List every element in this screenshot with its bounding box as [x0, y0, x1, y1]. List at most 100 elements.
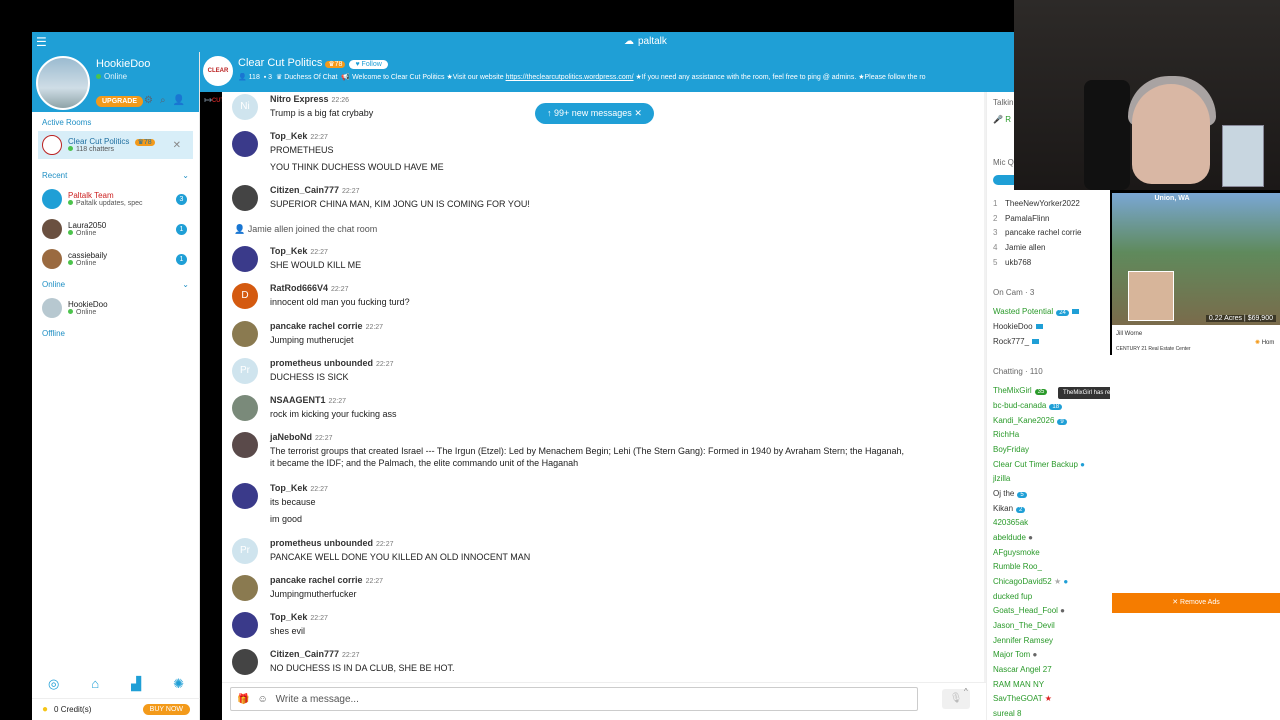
ad-home-link[interactable]: ✺ Hom — [1255, 339, 1274, 346]
close-icon[interactable]: ✕ — [173, 140, 181, 151]
room-logo-icon — [42, 135, 62, 155]
ad-agent-photo — [1128, 271, 1174, 321]
bot-icon: ● — [1063, 577, 1069, 586]
chatting-user[interactable]: RichHa — [993, 430, 1019, 439]
chatting-user[interactable]: Rumble Roo_ — [993, 562, 1042, 571]
compass-icon[interactable]: ◎ — [48, 676, 59, 692]
close-icon[interactable]: ✕ — [634, 108, 642, 118]
avatar[interactable]: Pr — [232, 538, 258, 564]
chatting-user[interactable]: Nascar Angel 27 — [993, 665, 1052, 674]
sidebar: HookieDoo Online UPGRADE ⚙ ⌕ 👤 ↦ Active … — [32, 52, 212, 720]
chatting-user[interactable]: Goats_Head_Fool ● — [993, 606, 1065, 615]
chatting-user[interactable]: jlzilla — [993, 474, 1010, 483]
chatting-user[interactable]: ChicagoDavid52 ★ ● — [993, 577, 1068, 586]
chevron-up-icon[interactable]: ^ — [964, 687, 968, 696]
home-icon[interactable]: ⌂ — [91, 676, 99, 692]
recent-item[interactable]: Paltalk Team Paltalk updates, spec 3 — [32, 184, 199, 214]
chatting-user[interactable]: Oj the 5 — [993, 489, 1027, 498]
chatting-user[interactable]: TheMixGirl 35 — [993, 386, 1048, 395]
star-icon: ★ — [1053, 577, 1062, 586]
upgrade-button[interactable]: UPGRADE — [96, 96, 144, 107]
buy-now-button[interactable]: BUY NOW — [142, 704, 190, 715]
admin-icon: ● — [1060, 606, 1066, 615]
active-room-name: Clear Cut Politics — [68, 137, 130, 146]
chatting-user[interactable]: Jason_The_Devil — [993, 621, 1055, 630]
avatar[interactable] — [232, 432, 258, 458]
avatar[interactable] — [36, 56, 90, 110]
talking-header: Talkin — [993, 98, 1014, 107]
chevron-down-icon: ⌄ — [182, 171, 189, 180]
chatting-user[interactable]: Major Tom ● — [993, 650, 1037, 659]
chat-message: NSAAGENT1 22:27 rock im kicking your fucki… — [232, 395, 397, 421]
mic-icon: 🎤 — [993, 115, 1003, 124]
follow-button[interactable]: ♥ Follow — [349, 60, 388, 69]
room-website-link[interactable]: https://theclearcutpolitics.wordpress.co… — [506, 74, 634, 81]
chatting-user[interactable]: ducked fup — [993, 592, 1032, 601]
mic-queue-item[interactable]: 3 pancake rachel corrie — [993, 228, 1081, 237]
avatar[interactable] — [232, 131, 258, 157]
chatting-user[interactable]: AFguysmoke — [993, 548, 1040, 557]
mic-queue-item[interactable]: 1 TheeNewYorker2022 — [993, 199, 1080, 208]
message-input[interactable]: 🎁 ☺ Write a message... — [230, 687, 918, 711]
recent-item[interactable]: cassiebaily Online 1 — [32, 244, 199, 274]
chatting-user[interactable]: Jennifer Ramsey — [993, 636, 1053, 645]
avatar[interactable]: Ni — [232, 94, 258, 120]
avatar[interactable] — [232, 185, 258, 211]
new-messages-button[interactable]: ↑ 99+ new messages ✕ — [535, 103, 654, 124]
avatar[interactable] — [232, 649, 258, 675]
avatar[interactable] — [232, 321, 258, 347]
talking-user[interactable]: 🎤 R — [993, 115, 1011, 124]
remove-ads-button[interactable]: ✕ Remove Ads — [1112, 593, 1280, 613]
on-cam-user[interactable]: Wasted Potential 24 — [993, 307, 1079, 316]
chart-icon[interactable]: ▟ — [131, 676, 141, 692]
on-cam-user[interactable]: HookieDoo — [993, 322, 1043, 331]
chat-feed: Ni Nitro Express 22:26 Trump is a big fat c… — [222, 92, 984, 682]
mic-queue-item[interactable]: 2 PamalaFlinn — [993, 214, 1049, 223]
menu-icon[interactable]: ☰ — [36, 35, 47, 49]
avatar[interactable] — [232, 395, 258, 421]
chatting-user[interactable]: RAM MAN NY — [993, 680, 1044, 689]
gift-icon[interactable]: 🎁 — [237, 694, 249, 705]
section-offline[interactable]: Offline — [32, 323, 199, 342]
avatar[interactable] — [232, 575, 258, 601]
arrow-up-icon: ↑ — [547, 108, 552, 118]
on-cam-user[interactable]: Rock777_ — [993, 337, 1040, 346]
chatting-user[interactable]: Kikan 2 — [993, 504, 1026, 513]
chatting-user[interactable]: Kandi_Kane2026 9 — [993, 416, 1067, 425]
ad-listing-info: 0.22 Acres | $69,900 — [1205, 315, 1276, 322]
recent-item[interactable]: Laura2050 Online 1 — [32, 214, 199, 244]
mic-queue-item[interactable]: 4 Jamie allen — [993, 243, 1045, 252]
ad-location: Union, WA — [1154, 195, 1190, 202]
active-room-item[interactable]: Clear Cut Politics ♛78 118 chatters ✕ — [38, 131, 193, 159]
chat-message: Top_Kek 22:27 PROMETHEUS YOU THINK DUCHESS … — [232, 131, 444, 173]
profile-name: HookieDoo — [96, 58, 151, 70]
search-icon[interactable]: ⌕ — [160, 95, 166, 106]
gear-icon[interactable]: ⚙ — [144, 95, 153, 106]
ad-banner[interactable]: Union, WA 0.22 Acres | $69,900 Jill Worn… — [1112, 193, 1280, 355]
chat-message: Pr prometheus unbounded 22:27 DUCHESS IS SI… — [232, 358, 394, 384]
camera-icon — [1071, 309, 1079, 315]
avatar[interactable]: Pr — [232, 358, 258, 384]
chatting-user[interactable]: abeldude ● — [993, 533, 1033, 542]
mic-queue-item[interactable]: 5 ukb768 — [993, 258, 1031, 267]
section-online[interactable]: Online ⌄ — [32, 274, 199, 293]
add-user-icon[interactable]: 👤 — [173, 95, 185, 106]
avatar[interactable] — [232, 483, 258, 509]
room-logo: CLEAR CUT — [203, 56, 233, 104]
chat-message: pancake rachel corrie 22:27 Jumping muther… — [232, 321, 383, 347]
chat-message: Pr prometheus unbounded 22:27 PANCAKE WELL … — [232, 538, 530, 564]
chatting-user[interactable]: sureal 8 — [993, 709, 1021, 718]
avatar[interactable]: D — [232, 283, 258, 309]
avatar[interactable] — [232, 612, 258, 638]
user-icon: 👤 — [234, 224, 246, 234]
online-item[interactable]: HookieDoo Online — [32, 293, 199, 323]
chatting-user[interactable]: 420365ak — [993, 518, 1028, 527]
settings-icon[interactable]: ✺ — [173, 676, 184, 692]
chatting-user[interactable]: BoyFriday — [993, 445, 1029, 454]
avatar[interactable] — [232, 246, 258, 272]
section-recent[interactable]: Recent ⌄ — [32, 165, 199, 184]
emoji-icon[interactable]: ☺ — [257, 694, 267, 705]
chatting-user[interactable]: bc-bud-canada 18 — [993, 401, 1063, 410]
chatting-user[interactable]: Clear Cut Timer Backup ● — [993, 460, 1085, 469]
chatting-user[interactable]: SavTheGOAT ★ — [993, 694, 1052, 703]
